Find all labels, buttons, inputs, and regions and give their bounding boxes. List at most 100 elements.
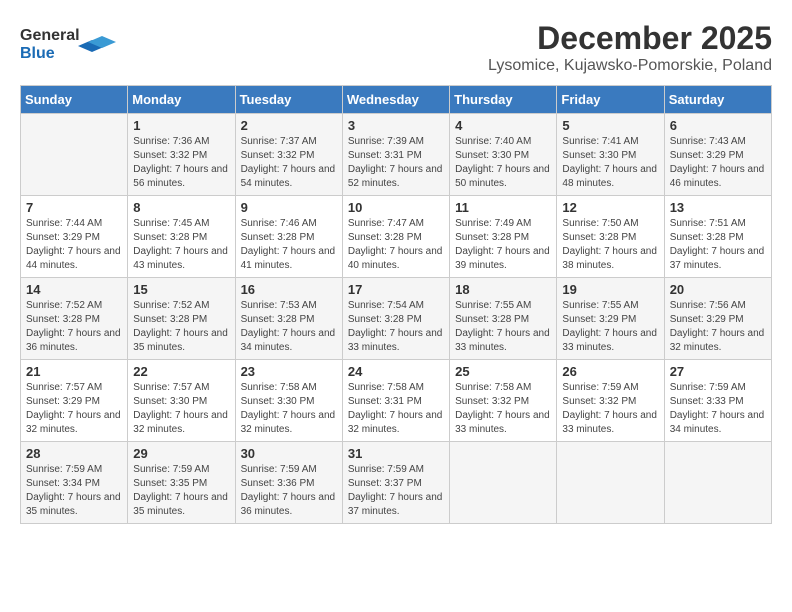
calendar-cell: 18 Sunrise: 7:55 AM Sunset: 3:28 PM Dayli… [450,278,557,360]
day-info: Sunrise: 7:58 AM Sunset: 3:31 PM Dayligh… [348,381,444,437]
calendar-cell: 3 Sunrise: 7:39 AM Sunset: 3:31 PM Daylig… [342,114,449,196]
day-number: 15 [133,282,229,297]
calendar-cell [664,442,771,524]
day-info: Sunrise: 7:54 AM Sunset: 3:28 PM Dayligh… [348,299,444,355]
day-number: 16 [241,282,337,297]
day-info: Sunrise: 7:40 AM Sunset: 3:30 PM Dayligh… [455,135,551,191]
calendar-cell: 22Sunrise: 7:57 AM Sunset: 3:30 PM Dayli… [128,360,235,442]
day-info: Sunrise: 7:37 AM Sunset: 3:32 PM Dayligh… [241,135,337,191]
day-number: 19 [562,282,658,297]
day-info: Sunrise: 7:39 AM Sunset: 3:31 PM Dayligh… [348,135,444,191]
day-number: 17 [348,282,444,297]
day-number: 14 [26,282,122,297]
day-info: Sunrise: 7:55 AM Sunset: 3:29 PM Dayligh… [562,299,658,355]
calendar-cell: 25 Sunrise: 7:58 AM Sunset: 3:32 PM Dayli… [450,360,557,442]
calendar-cell: 23 Sunrise: 7:58 AM Sunset: 3:30 PM Dayli… [235,360,342,442]
day-number: 5 [562,118,658,133]
day-header-tuesday: Tuesday [235,86,342,114]
day-info: Sunrise: 7:59 AM Sunset: 3:33 PM Dayligh… [670,381,766,437]
svg-text:Blue: Blue [20,45,55,62]
day-info: Sunrise: 7:59 AM Sunset: 3:32 PM Dayligh… [562,381,658,437]
day-info: Sunrise: 7:36 AM Sunset: 3:32 PM Dayligh… [133,135,229,191]
calendar-cell: 28Sunrise: 7:59 AM Sunset: 3:34 PM Dayli… [21,442,128,524]
day-number: 2 [241,118,337,133]
day-number: 20 [670,282,766,297]
calendar-cell: 27 Sunrise: 7:59 AM Sunset: 3:33 PM Dayli… [664,360,771,442]
logo-svg: General Blue [20,20,120,65]
calendar-cell: 15 Sunrise: 7:52 AM Sunset: 3:28 PM Dayli… [128,278,235,360]
day-header-wednesday: Wednesday [342,86,449,114]
calendar-week-3: 14 Sunrise: 7:52 AM Sunset: 3:28 PM Dayli… [21,278,772,360]
day-number: 7 [26,200,122,215]
day-number: 23 [241,364,337,379]
day-info: Sunrise: 7:59 AM Sunset: 3:35 PM Dayligh… [133,463,229,519]
calendar-cell: 5Sunrise: 7:41 AM Sunset: 3:30 PM Daylig… [557,114,664,196]
day-number: 27 [670,364,766,379]
calendar-week-2: 7Sunrise: 7:44 AM Sunset: 3:29 PM Daylig… [21,196,772,278]
svg-text:General: General [20,27,80,44]
calendar-cell: 21 Sunrise: 7:57 AM Sunset: 3:29 PM Dayli… [21,360,128,442]
calendar-cell: 29 Sunrise: 7:59 AM Sunset: 3:35 PM Dayli… [128,442,235,524]
calendar-cell: 2 Sunrise: 7:37 AM Sunset: 3:32 PM Daylig… [235,114,342,196]
day-header-sunday: Sunday [21,86,128,114]
day-number: 4 [455,118,551,133]
logo: General Blue [20,20,120,65]
day-info: Sunrise: 7:55 AM Sunset: 3:28 PM Dayligh… [455,299,551,355]
day-number: 6 [670,118,766,133]
calendar-cell: 8Sunrise: 7:45 AM Sunset: 3:28 PM Daylig… [128,196,235,278]
day-number: 30 [241,446,337,461]
calendar-week-1: 1Sunrise: 7:36 AM Sunset: 3:32 PM Daylig… [21,114,772,196]
day-header-friday: Friday [557,86,664,114]
calendar-cell: 4 Sunrise: 7:40 AM Sunset: 3:30 PM Daylig… [450,114,557,196]
calendar-cell: 11 Sunrise: 7:49 AM Sunset: 3:28 PM Dayli… [450,196,557,278]
calendar-week-5: 28Sunrise: 7:59 AM Sunset: 3:34 PM Dayli… [21,442,772,524]
day-info: Sunrise: 7:59 AM Sunset: 3:36 PM Dayligh… [241,463,337,519]
day-info: Sunrise: 7:45 AM Sunset: 3:28 PM Dayligh… [133,217,229,273]
day-number: 18 [455,282,551,297]
day-info: Sunrise: 7:59 AM Sunset: 3:34 PM Dayligh… [26,463,122,519]
day-info: Sunrise: 7:52 AM Sunset: 3:28 PM Dayligh… [26,299,122,355]
day-number: 9 [241,200,337,215]
calendar-cell: 13 Sunrise: 7:51 AM Sunset: 3:28 PM Dayli… [664,196,771,278]
calendar-body: 1Sunrise: 7:36 AM Sunset: 3:32 PM Daylig… [21,114,772,524]
calendar-cell: 7Sunrise: 7:44 AM Sunset: 3:29 PM Daylig… [21,196,128,278]
day-number: 12 [562,200,658,215]
calendar-cell: 31 Sunrise: 7:59 AM Sunset: 3:37 PM Dayli… [342,442,449,524]
calendar-cell: 26 Sunrise: 7:59 AM Sunset: 3:32 PM Dayli… [557,360,664,442]
day-info: Sunrise: 7:59 AM Sunset: 3:37 PM Dayligh… [348,463,444,519]
calendar-cell: 20 Sunrise: 7:56 AM Sunset: 3:29 PM Dayli… [664,278,771,360]
calendar-cell: 12 Sunrise: 7:50 AM Sunset: 3:28 PM Dayli… [557,196,664,278]
calendar-cell [450,442,557,524]
day-info: Sunrise: 7:51 AM Sunset: 3:28 PM Dayligh… [670,217,766,273]
day-number: 22 [133,364,229,379]
calendar-cell: 9Sunrise: 7:46 AM Sunset: 3:28 PM Daylig… [235,196,342,278]
day-info: Sunrise: 7:57 AM Sunset: 3:29 PM Dayligh… [26,381,122,437]
day-info: Sunrise: 7:50 AM Sunset: 3:28 PM Dayligh… [562,217,658,273]
calendar-header-row: SundayMondayTuesdayWednesdayThursdayFrid… [21,86,772,114]
day-info: Sunrise: 7:43 AM Sunset: 3:29 PM Dayligh… [670,135,766,191]
day-number: 13 [670,200,766,215]
calendar-cell: 1Sunrise: 7:36 AM Sunset: 3:32 PM Daylig… [128,114,235,196]
day-number: 3 [348,118,444,133]
day-info: Sunrise: 7:47 AM Sunset: 3:28 PM Dayligh… [348,217,444,273]
calendar-cell: 19 Sunrise: 7:55 AM Sunset: 3:29 PM Dayli… [557,278,664,360]
day-number: 26 [562,364,658,379]
day-info: Sunrise: 7:53 AM Sunset: 3:28 PM Dayligh… [241,299,337,355]
calendar-cell: 10 Sunrise: 7:47 AM Sunset: 3:28 PM Dayli… [342,196,449,278]
calendar-cell: 30 Sunrise: 7:59 AM Sunset: 3:36 PM Dayli… [235,442,342,524]
day-info: Sunrise: 7:49 AM Sunset: 3:28 PM Dayligh… [455,217,551,273]
day-number: 11 [455,200,551,215]
day-number: 29 [133,446,229,461]
day-number: 31 [348,446,444,461]
calendar-week-4: 21 Sunrise: 7:57 AM Sunset: 3:29 PM Dayli… [21,360,772,442]
day-info: Sunrise: 7:56 AM Sunset: 3:29 PM Dayligh… [670,299,766,355]
day-number: 25 [455,364,551,379]
day-info: Sunrise: 7:52 AM Sunset: 3:28 PM Dayligh… [133,299,229,355]
day-header-saturday: Saturday [664,86,771,114]
day-info: Sunrise: 7:58 AM Sunset: 3:32 PM Dayligh… [455,381,551,437]
day-info: Sunrise: 7:58 AM Sunset: 3:30 PM Dayligh… [241,381,337,437]
calendar-cell [557,442,664,524]
page-header: General Blue December 2025 Lysomice, Kuj… [20,20,772,75]
day-number: 10 [348,200,444,215]
day-number: 21 [26,364,122,379]
